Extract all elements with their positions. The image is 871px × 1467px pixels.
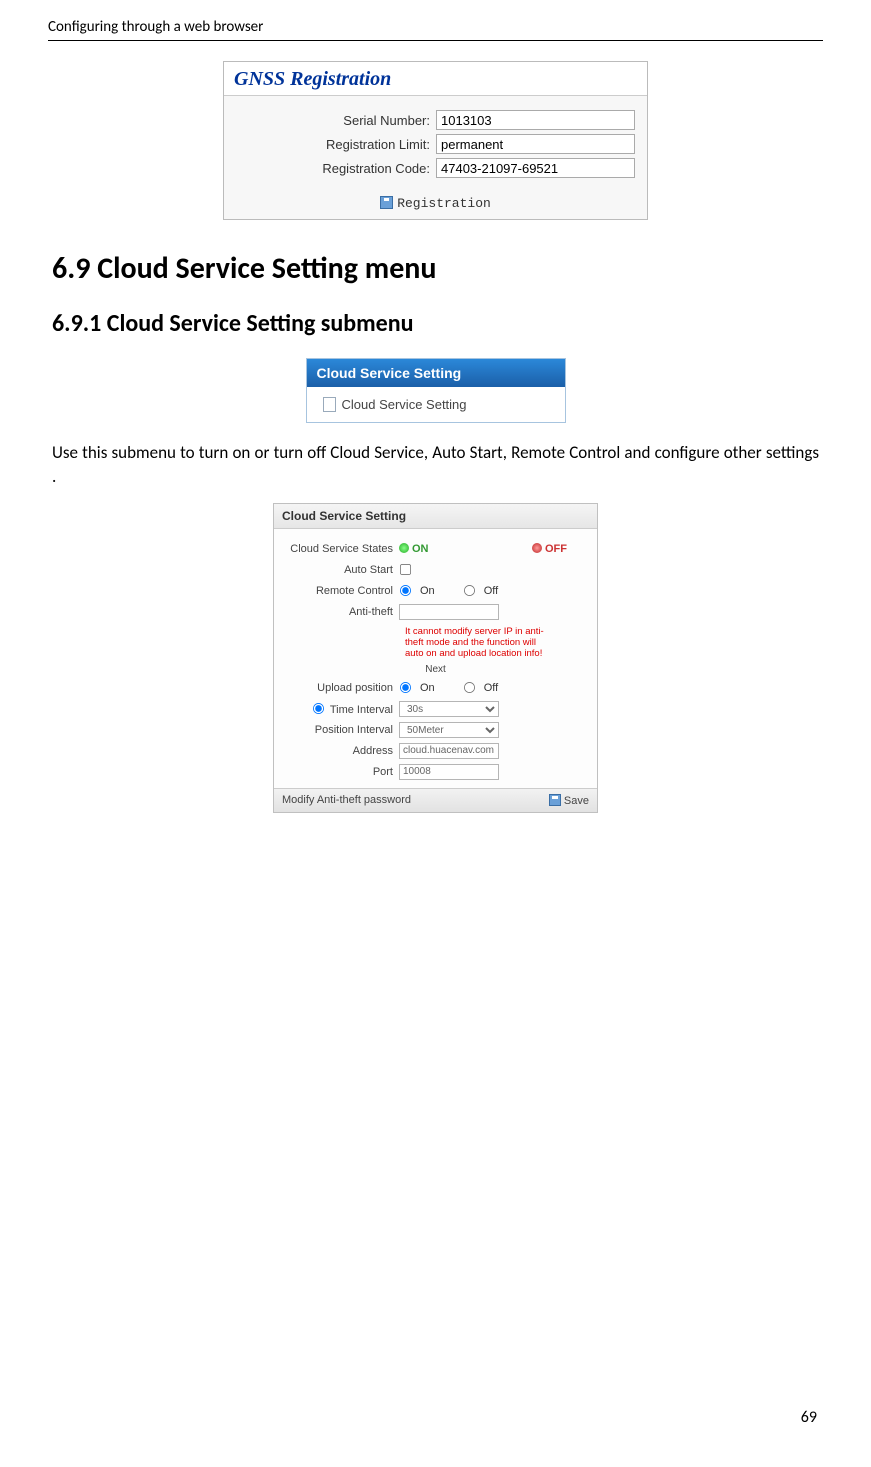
menu-header: Cloud Service Setting <box>307 359 565 387</box>
registration-limit-label: Registration Limit: <box>236 137 436 152</box>
registration-code-label: Registration Code: <box>236 161 436 176</box>
save-icon <box>380 196 393 209</box>
section-heading-6-9: 6.9 Cloud Service Setting menu <box>52 250 819 287</box>
cloud-service-setting-form: Cloud Service Setting Cloud Service Stat… <box>273 503 598 813</box>
upload-position-on-text: On <box>420 682 435 694</box>
upload-position-off-radio[interactable] <box>464 682 475 693</box>
position-interval-select[interactable]: 50Meter <box>399 722 499 738</box>
gnss-registration-panel: GNSS Registration Serial Number: Registr… <box>223 61 648 220</box>
remote-control-off-text: Off <box>484 585 498 597</box>
document-icon <box>323 397 336 412</box>
remote-control-on-radio[interactable] <box>400 585 411 596</box>
status-on-label: ON <box>412 543 429 555</box>
anti-theft-input[interactable] <box>399 604 499 620</box>
page-number: 69 <box>801 1408 817 1427</box>
status-on-icon <box>399 543 409 553</box>
save-icon <box>549 794 561 806</box>
position-interval-label: Position Interval <box>284 724 399 736</box>
menu-item-label: Cloud Service Setting <box>342 397 467 412</box>
serial-number-input[interactable] <box>436 110 635 130</box>
anti-theft-label: Anti-theft <box>284 606 399 618</box>
cloud-service-menu: Cloud Service Setting Cloud Service Sett… <box>306 358 566 423</box>
registration-button[interactable]: Registration <box>397 196 491 211</box>
time-interval-radio[interactable] <box>313 703 324 714</box>
remote-control-on-text: On <box>420 585 435 597</box>
description-paragraph: Use this submenu to turn on or turn off … <box>52 441 819 489</box>
registration-code-input[interactable] <box>436 158 635 178</box>
time-interval-label: Time Interval <box>284 702 399 716</box>
port-input[interactable] <box>399 764 499 780</box>
section-heading-6-9-1: 6.9.1 Cloud Service Setting submenu <box>52 309 819 338</box>
anti-theft-warning: It cannot modify server IP in anti-theft… <box>405 624 555 662</box>
status-off-label: OFF <box>545 543 567 555</box>
address-label: Address <box>284 745 399 757</box>
upload-position-off-text: Off <box>484 682 498 694</box>
page-content: GNSS Registration Serial Number: Registr… <box>0 41 871 833</box>
time-interval-select[interactable]: 30s <box>399 701 499 717</box>
registration-limit-input[interactable] <box>436 134 635 154</box>
address-input[interactable] <box>399 743 499 759</box>
remote-control-label: Remote Control <box>284 585 399 597</box>
upload-position-on-radio[interactable] <box>400 682 411 693</box>
modify-anti-theft-password-link[interactable]: Modify Anti-theft password <box>282 794 411 806</box>
save-button[interactable]: Save <box>549 794 589 807</box>
serial-number-label: Serial Number: <box>236 113 436 128</box>
form-title: Cloud Service Setting <box>274 504 597 529</box>
status-off-icon <box>532 543 542 553</box>
next-label: Next <box>284 664 587 675</box>
cloud-service-states-label: Cloud Service States <box>284 543 399 555</box>
menu-item-cloud-service[interactable]: Cloud Service Setting <box>307 387 565 422</box>
auto-start-checkbox[interactable] <box>400 564 411 575</box>
gnss-title: GNSS Registration <box>224 62 647 95</box>
page-header: Configuring through a web browser <box>48 0 823 41</box>
port-label: Port <box>284 766 399 778</box>
upload-position-label: Upload position <box>284 682 399 694</box>
remote-control-off-radio[interactable] <box>464 585 475 596</box>
auto-start-label: Auto Start <box>284 564 399 576</box>
